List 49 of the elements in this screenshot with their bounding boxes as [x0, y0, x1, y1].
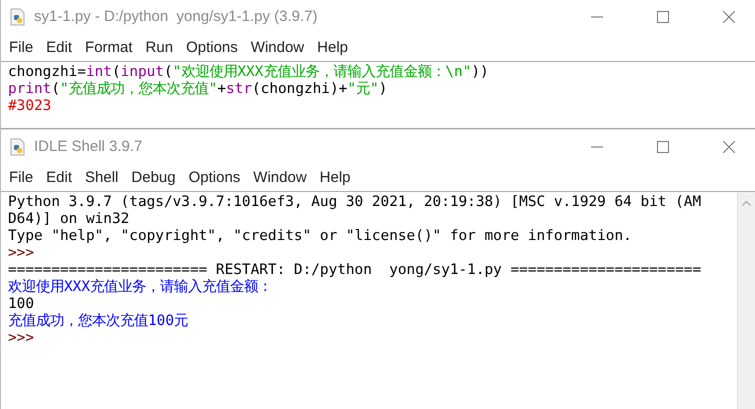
code-text: (	[112, 64, 121, 80]
menu-item[interactable]: Options	[186, 38, 238, 56]
scrollbar[interactable]	[737, 192, 755, 409]
menu-item[interactable]: Debug	[131, 168, 176, 186]
close-icon[interactable]	[723, 140, 735, 152]
code-text: int	[86, 64, 112, 80]
code-text: +	[217, 81, 226, 97]
prompt-text: >>>	[8, 245, 34, 261]
window-title: IDLE Shell 3.9.7	[34, 138, 142, 155]
code-text: (	[51, 81, 60, 97]
code-text: print	[8, 81, 52, 97]
menu-item[interactable]: File	[9, 38, 34, 56]
menu-item[interactable]: Shell	[85, 168, 118, 186]
code-text: (chongzhi)+	[252, 81, 348, 97]
code-text: 充值成功，您本次充值100元	[8, 313, 188, 329]
python-file-icon	[10, 8, 26, 26]
menu-item[interactable]: Window	[250, 38, 304, 56]
code-text: #3023	[8, 98, 52, 114]
menu-item[interactable]: Edit	[46, 38, 72, 56]
code-text: )	[378, 81, 388, 97]
menu-item[interactable]: Help	[317, 38, 348, 56]
python-file-icon	[10, 138, 26, 156]
code-text: "欢迎使用XXX充值业务，请输入充值金额：\n"	[172, 64, 472, 80]
code-text: D64)] on win32	[8, 211, 130, 227]
menu-item[interactable]: File	[9, 168, 34, 186]
code-text: 100	[8, 296, 34, 312]
menu-item[interactable]: Format	[85, 38, 133, 56]
menu-item[interactable]: Help	[320, 168, 351, 186]
menu-item[interactable]: Edit	[46, 168, 72, 186]
maximize-icon[interactable]	[657, 10, 669, 22]
code-text: input	[120, 64, 164, 80]
maximize-icon[interactable]	[657, 140, 669, 152]
window-title: sy1-1.py - D:/python yong/sy1-1.py (3.9.7)	[34, 8, 318, 25]
code-text: ))	[471, 64, 489, 80]
menu-item[interactable]: Window	[253, 168, 307, 186]
menu-item[interactable]: Run	[146, 38, 174, 56]
code-text: str	[226, 81, 252, 97]
close-icon[interactable]	[723, 10, 735, 22]
code-text: (	[164, 64, 173, 80]
code-text: chongzhi=	[8, 64, 86, 80]
code-text: "元"	[347, 81, 379, 97]
prompt-text: >>>	[8, 330, 34, 346]
code-text: "充值成功，您本次充值"	[60, 81, 218, 97]
scroll-up-icon[interactable]	[742, 200, 751, 206]
code-text: ======================= RESTART: D:/python yong/sy1-1.py ======================	[8, 262, 702, 278]
code-text: Type "help", "copyright", "credits" or "license()" for more information.	[8, 228, 632, 244]
code-text: Python 3.9.7 (tags/v3.9.7:1016ef3, Aug 30 2021, 20:19:38) [MSC v.1929 64 bit (AM	[8, 194, 702, 210]
code-text: 欢迎使用XXX充值业务，请输入充值金额：	[8, 279, 272, 295]
menu-item[interactable]: Options	[188, 168, 240, 186]
